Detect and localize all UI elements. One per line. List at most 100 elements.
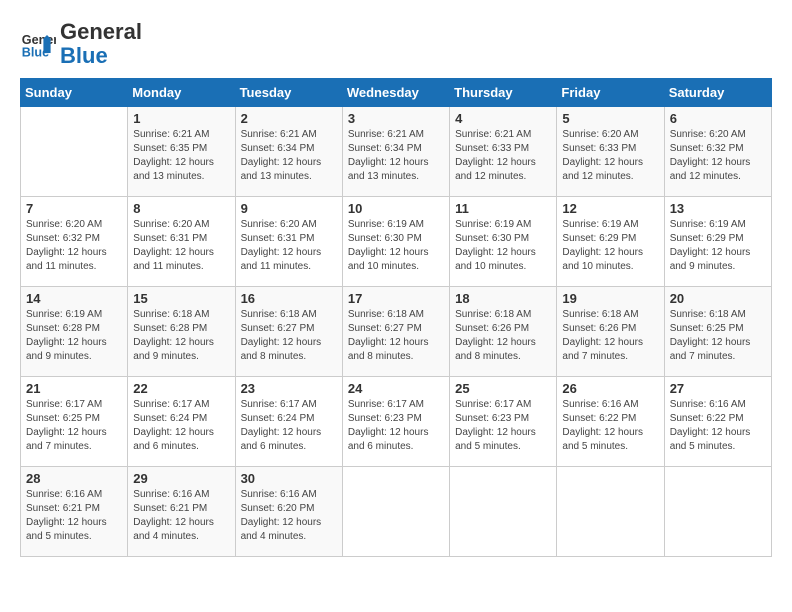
calendar-cell: 16 Sunrise: 6:18 AM Sunset: 6:27 PM Dayli… xyxy=(235,287,342,377)
day-info: Sunrise: 6:18 AM Sunset: 6:26 PM Dayligh… xyxy=(562,308,658,364)
calendar-cell: 8 Sunrise: 6:20 AM Sunset: 6:31 PM Daylig… xyxy=(128,197,235,287)
day-number: 5 xyxy=(562,111,658,126)
calendar-cell: 27Sunrise: 6:16 AM Sunset: 6:22 PM Dayli… xyxy=(664,377,771,467)
day-info: Sunrise: 6:18 AM Sunset: 6:27 PM Dayligh… xyxy=(348,308,444,364)
calendar-cell: 29 Sunrise: 6:16 AM Sunset: 6:21 PM Dayli… xyxy=(128,467,235,557)
calendar-cell: 15Sunrise: 6:18 AM Sunset: 6:28 PM Dayli… xyxy=(128,287,235,377)
day-number: 6 xyxy=(670,111,766,126)
day-info: Sunrise: 6:20 AM Sunset: 6:33 PM Dayligh… xyxy=(562,128,658,184)
day-number: 18 xyxy=(455,291,551,306)
day-info: Sunrise: 6:17 AM Sunset: 6:23 PM Dayligh… xyxy=(455,398,551,454)
day-number: 28 xyxy=(26,471,122,486)
day-info: Sunrise: 6:18 AM Sunset: 6:25 PM Dayligh… xyxy=(670,308,766,364)
calendar-week-row: 7 Sunrise: 6:20 AM Sunset: 6:32 PM Daylig… xyxy=(21,197,772,287)
logo: General Blue General Blue xyxy=(20,20,142,68)
day-number: 4 xyxy=(455,111,551,126)
logo-icon: General Blue xyxy=(20,26,56,62)
day-number: 9 xyxy=(241,201,337,216)
calendar-cell: 28Sunrise: 6:16 AM Sunset: 6:21 PM Dayli… xyxy=(21,467,128,557)
calendar-cell: 26Sunrise: 6:16 AM Sunset: 6:22 PM Dayli… xyxy=(557,377,664,467)
calendar-cell: 3 Sunrise: 6:21 AM Sunset: 6:34 PM Daylig… xyxy=(342,107,449,197)
day-info: Sunrise: 6:16 AM Sunset: 6:22 PM Dayligh… xyxy=(670,398,766,454)
day-number: 22 xyxy=(133,381,229,396)
day-number: 20 xyxy=(670,291,766,306)
calendar-cell: 25 Sunrise: 6:17 AM Sunset: 6:23 PM Dayli… xyxy=(450,377,557,467)
day-info: Sunrise: 6:17 AM Sunset: 6:23 PM Dayligh… xyxy=(348,398,444,454)
calendar-cell: 21 Sunrise: 6:17 AM Sunset: 6:25 PM Dayli… xyxy=(21,377,128,467)
day-info: Sunrise: 6:17 AM Sunset: 6:24 PM Dayligh… xyxy=(241,398,337,454)
day-info: Sunrise: 6:19 AM Sunset: 6:29 PM Dayligh… xyxy=(562,218,658,274)
calendar-cell: 4 Sunrise: 6:21 AM Sunset: 6:33 PM Daylig… xyxy=(450,107,557,197)
day-info: Sunrise: 6:21 AM Sunset: 6:33 PM Dayligh… xyxy=(455,128,551,184)
calendar-cell: 6 Sunrise: 6:20 AM Sunset: 6:32 PM Daylig… xyxy=(664,107,771,197)
calendar-cell: 2Sunrise: 6:21 AM Sunset: 6:34 PM Daylig… xyxy=(235,107,342,197)
calendar-cell: 9 Sunrise: 6:20 AM Sunset: 6:31 PM Daylig… xyxy=(235,197,342,287)
day-number: 2 xyxy=(241,111,337,126)
day-info: Sunrise: 6:21 AM Sunset: 6:34 PM Dayligh… xyxy=(348,128,444,184)
calendar-cell xyxy=(664,467,771,557)
calendar-cell: 7 Sunrise: 6:20 AM Sunset: 6:32 PM Daylig… xyxy=(21,197,128,287)
calendar-cell: 30Sunrise: 6:16 AM Sunset: 6:20 PM Dayli… xyxy=(235,467,342,557)
calendar-week-row: 14 Sunrise: 6:19 AM Sunset: 6:28 PM Dayli… xyxy=(21,287,772,377)
calendar-cell xyxy=(342,467,449,557)
day-of-week-header: Tuesday xyxy=(235,79,342,107)
day-info: Sunrise: 6:20 AM Sunset: 6:31 PM Dayligh… xyxy=(241,218,337,274)
day-number: 16 xyxy=(241,291,337,306)
day-info: Sunrise: 6:19 AM Sunset: 6:30 PM Dayligh… xyxy=(348,218,444,274)
day-number: 11 xyxy=(455,201,551,216)
day-of-week-header: Saturday xyxy=(664,79,771,107)
day-info: Sunrise: 6:17 AM Sunset: 6:24 PM Dayligh… xyxy=(133,398,229,454)
day-info: Sunrise: 6:19 AM Sunset: 6:29 PM Dayligh… xyxy=(670,218,766,274)
day-info: Sunrise: 6:19 AM Sunset: 6:30 PM Dayligh… xyxy=(455,218,551,274)
logo-text: General Blue xyxy=(60,20,142,68)
calendar-cell: 12Sunrise: 6:19 AM Sunset: 6:29 PM Dayli… xyxy=(557,197,664,287)
day-number: 15 xyxy=(133,291,229,306)
calendar-table: SundayMondayTuesdayWednesdayThursdayFrid… xyxy=(20,78,772,557)
calendar-cell: 17 Sunrise: 6:18 AM Sunset: 6:27 PM Dayli… xyxy=(342,287,449,377)
day-info: Sunrise: 6:16 AM Sunset: 6:21 PM Dayligh… xyxy=(133,488,229,544)
day-number: 24 xyxy=(348,381,444,396)
calendar-cell xyxy=(557,467,664,557)
day-number: 10 xyxy=(348,201,444,216)
day-number: 25 xyxy=(455,381,551,396)
calendar-week-row: 28 Sunrise: 6:16 AM Sunset: 6:21 PM Dayli… xyxy=(21,467,772,557)
calendar-cell xyxy=(450,467,557,557)
calendar-cell: 10 Sunrise: 6:19 AM Sunset: 6:30 PM Dayli… xyxy=(342,197,449,287)
day-info: Sunrise: 6:17 AM Sunset: 6:25 PM Dayligh… xyxy=(26,398,122,454)
day-of-week-header: Monday xyxy=(128,79,235,107)
day-info: Sunrise: 6:19 AM Sunset: 6:28 PM Dayligh… xyxy=(26,308,122,364)
day-info: Sunrise: 6:20 AM Sunset: 6:32 PM Dayligh… xyxy=(26,218,122,274)
calendar-cell: 24 Sunrise: 6:17 AM Sunset: 6:23 PM Dayli… xyxy=(342,377,449,467)
calendar-cell: 20 Sunrise: 6:18 AM Sunset: 6:25 PM Dayli… xyxy=(664,287,771,377)
calendar-cell: 14 Sunrise: 6:19 AM Sunset: 6:28 PM Dayli… xyxy=(21,287,128,377)
day-number: 17 xyxy=(348,291,444,306)
day-number: 8 xyxy=(133,201,229,216)
day-number: 13 xyxy=(670,201,766,216)
day-number: 29 xyxy=(133,471,229,486)
calendar-cell: 23Sunrise: 6:17 AM Sunset: 6:24 PM Dayli… xyxy=(235,377,342,467)
calendar-cell: 1 Sunrise: 6:21 AM Sunset: 6:35 PM Daylig… xyxy=(128,107,235,197)
day-number: 19 xyxy=(562,291,658,306)
calendar-week-row: 1 Sunrise: 6:21 AM Sunset: 6:35 PM Daylig… xyxy=(21,107,772,197)
day-info: Sunrise: 6:18 AM Sunset: 6:26 PM Dayligh… xyxy=(455,308,551,364)
day-info: Sunrise: 6:21 AM Sunset: 6:35 PM Dayligh… xyxy=(133,128,229,184)
day-number: 3 xyxy=(348,111,444,126)
calendar-cell: 5 Sunrise: 6:20 AM Sunset: 6:33 PM Daylig… xyxy=(557,107,664,197)
day-number: 21 xyxy=(26,381,122,396)
calendar-cell: 11 Sunrise: 6:19 AM Sunset: 6:30 PM Dayli… xyxy=(450,197,557,287)
calendar-cell: 22 Sunrise: 6:17 AM Sunset: 6:24 PM Dayli… xyxy=(128,377,235,467)
calendar-header-row: SundayMondayTuesdayWednesdayThursdayFrid… xyxy=(21,79,772,107)
calendar-week-row: 21 Sunrise: 6:17 AM Sunset: 6:25 PM Dayli… xyxy=(21,377,772,467)
day-info: Sunrise: 6:20 AM Sunset: 6:32 PM Dayligh… xyxy=(670,128,766,184)
day-number: 1 xyxy=(133,111,229,126)
day-info: Sunrise: 6:18 AM Sunset: 6:27 PM Dayligh… xyxy=(241,308,337,364)
calendar-cell: 19 Sunrise: 6:18 AM Sunset: 6:26 PM Dayli… xyxy=(557,287,664,377)
page-header: General Blue General Blue xyxy=(20,20,772,68)
day-number: 7 xyxy=(26,201,122,216)
day-number: 30 xyxy=(241,471,337,486)
day-of-week-header: Sunday xyxy=(21,79,128,107)
day-of-week-header: Friday xyxy=(557,79,664,107)
day-info: Sunrise: 6:16 AM Sunset: 6:22 PM Dayligh… xyxy=(562,398,658,454)
day-number: 14 xyxy=(26,291,122,306)
day-info: Sunrise: 6:20 AM Sunset: 6:31 PM Dayligh… xyxy=(133,218,229,274)
